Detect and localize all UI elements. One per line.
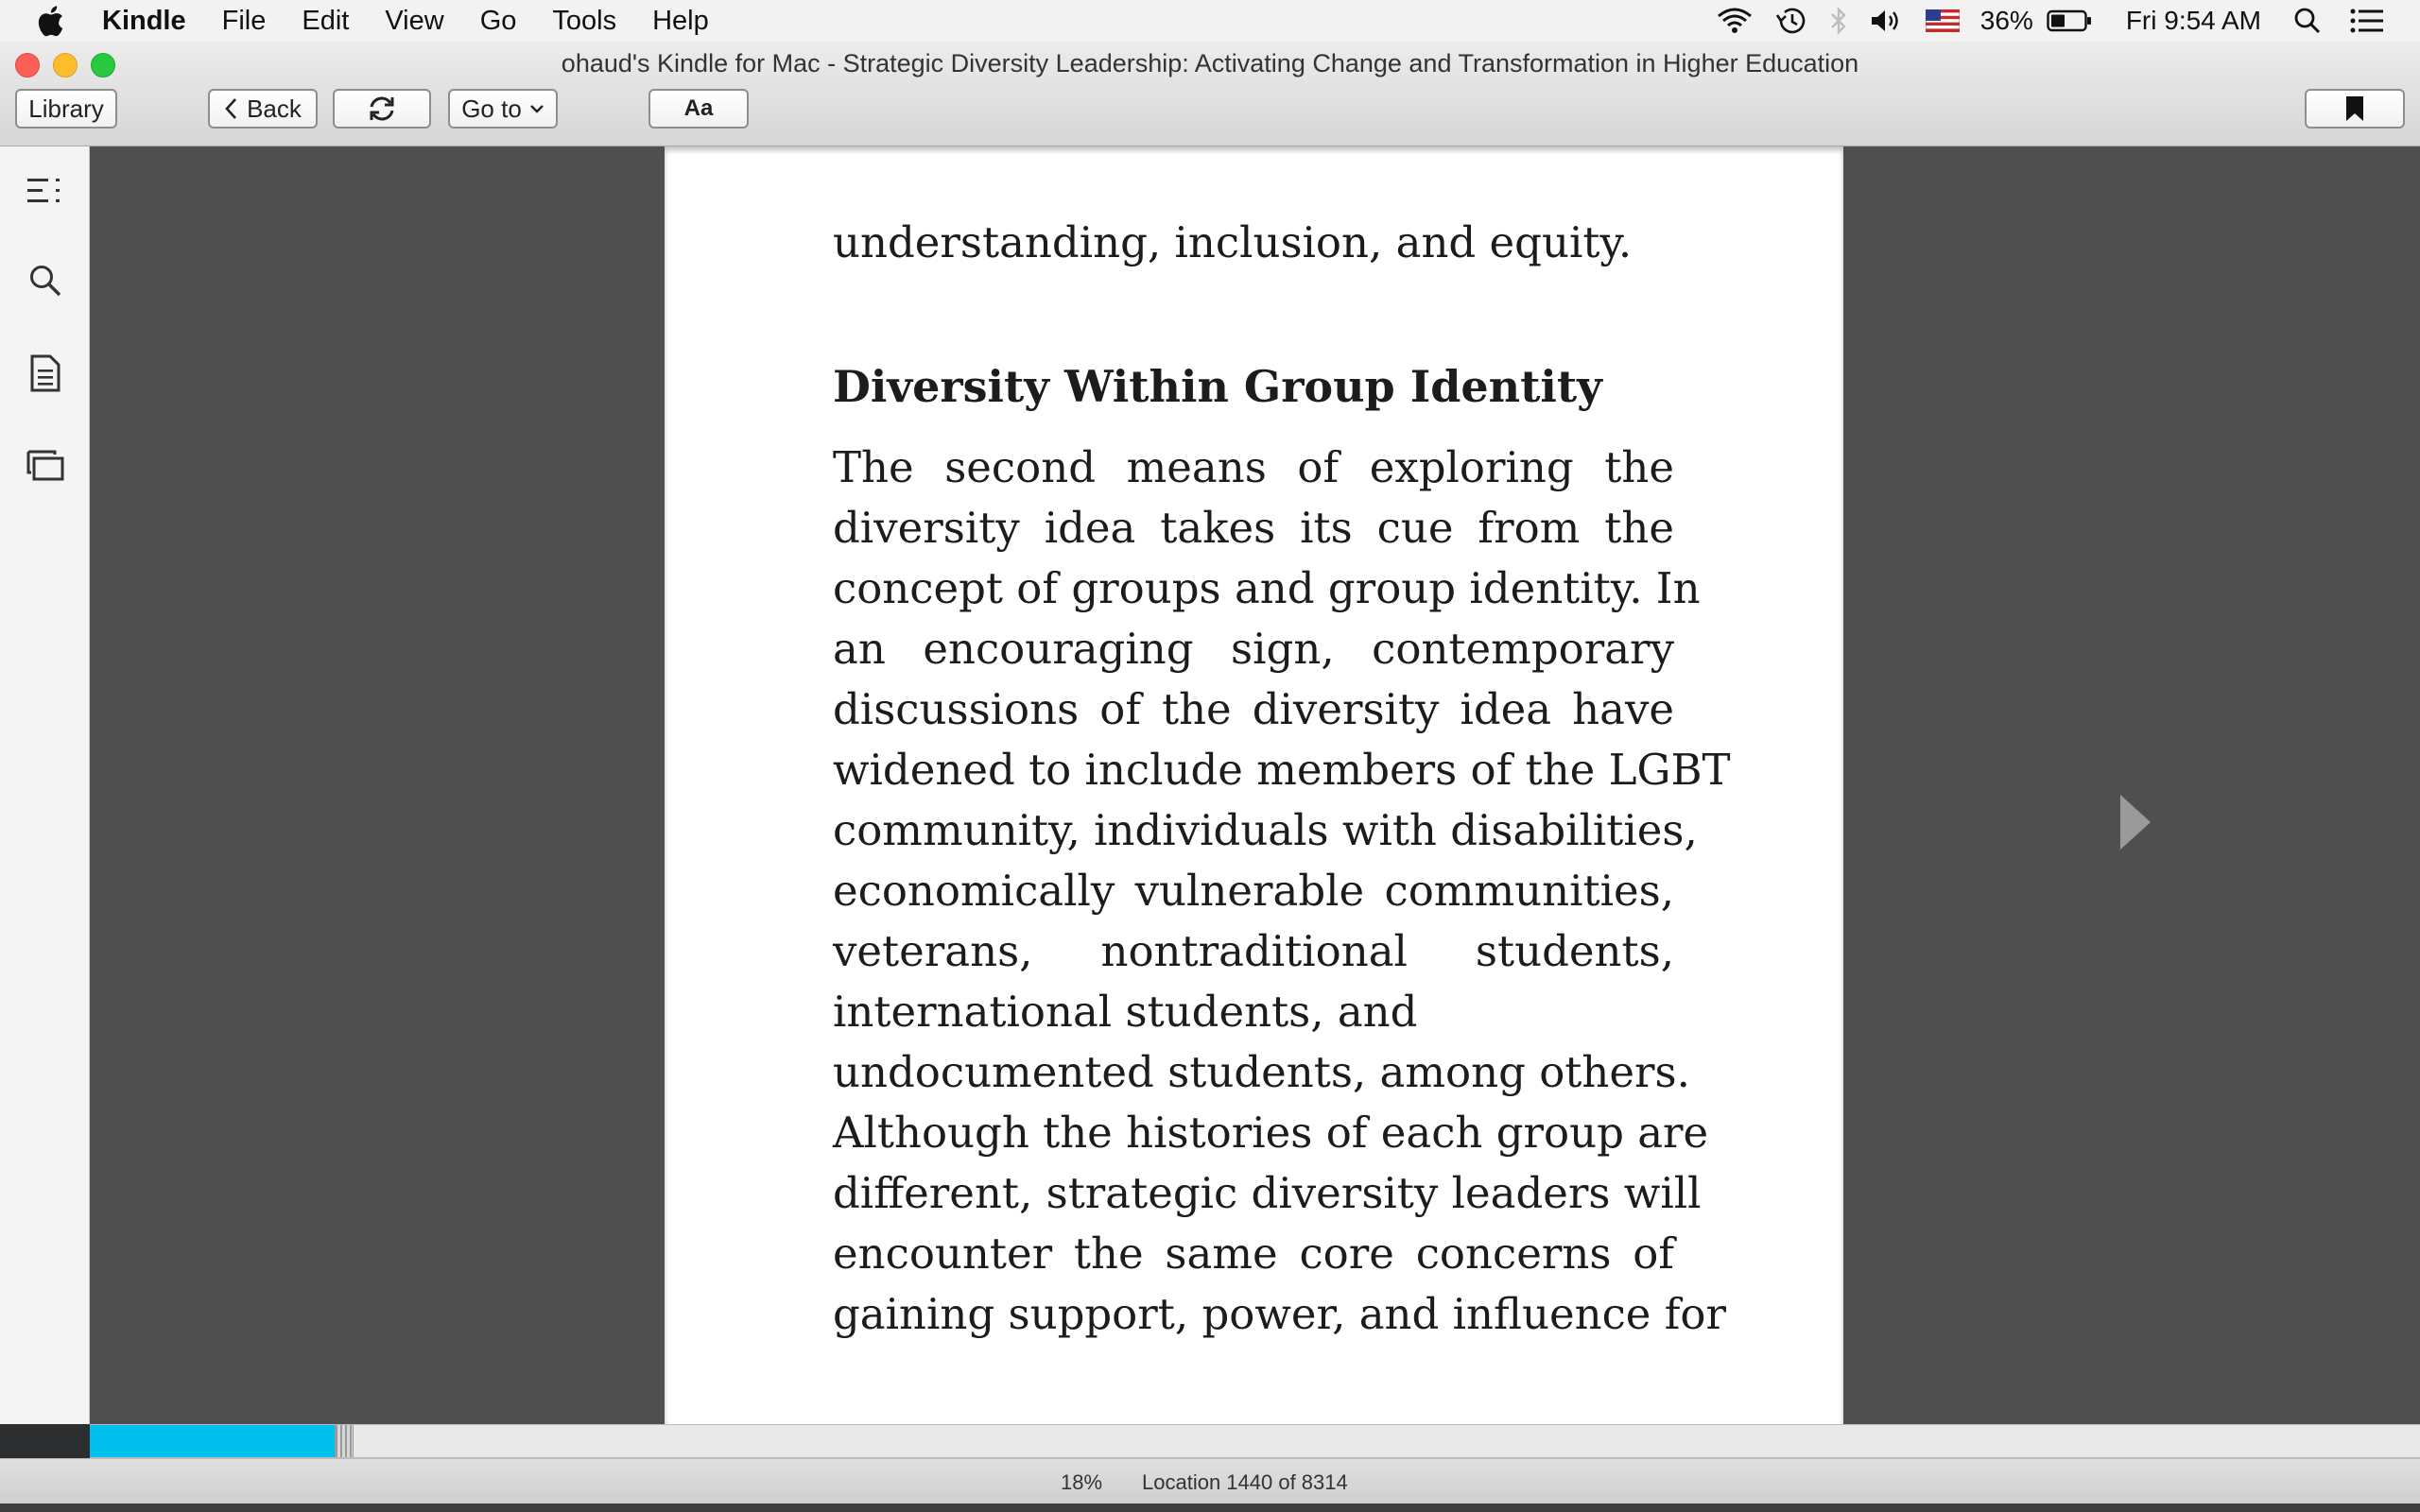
- chevron-left-icon: [224, 97, 237, 120]
- spotlight-search-icon[interactable]: [2293, 7, 2322, 35]
- text-line-lead: understanding, inclusion, and equity.: [833, 217, 1633, 267]
- menu-go[interactable]: Go: [480, 6, 517, 37]
- book-page[interactable]: understanding, inclusion, and equity. Di…: [665, 146, 1843, 1424]
- text-line: diversity idea takes its cue from the: [833, 503, 1674, 553]
- desktop-background: [0, 1503, 2420, 1512]
- text-line: an encouraging sign, contemporary: [833, 624, 1674, 674]
- clock[interactable]: Fri 9:54 AM: [2126, 6, 2261, 36]
- notes-icon[interactable]: [25, 352, 66, 394]
- progress-fill: [90, 1425, 335, 1457]
- text-line: community, individuals with disabilities…: [833, 805, 1698, 855]
- text-line: encounter the same core concerns of: [833, 1228, 1674, 1279]
- flashcards-icon[interactable]: [25, 445, 66, 487]
- text-line: concept of groups and group identity. In: [833, 563, 1701, 613]
- bookmark-button[interactable]: [2305, 89, 2405, 129]
- text-line: veterans, nontraditional students,: [833, 926, 1674, 976]
- text-line: widened to include members of the LGBT: [833, 745, 1731, 795]
- section-heading: Diversity Within Group Identity: [833, 361, 1602, 412]
- window-title: ohaud's Kindle for Mac - Strategic Diver…: [561, 49, 1859, 77]
- text-line: international students, and: [833, 987, 1418, 1037]
- go-to-label: Go to: [461, 94, 522, 123]
- menu-view[interactable]: View: [385, 6, 443, 37]
- menu-edit[interactable]: Edit: [302, 6, 349, 37]
- time-machine-icon[interactable]: [1774, 5, 1808, 37]
- left-sidebar: [0, 146, 90, 1424]
- text-line: different, strategic diversity leaders w…: [833, 1168, 1702, 1218]
- window-titlebar: ohaud's Kindle for Mac - Strategic Diver…: [0, 42, 2420, 146]
- table-of-contents-icon[interactable]: [25, 170, 66, 212]
- library-button-label: Library: [28, 94, 104, 123]
- font-settings-button[interactable]: Aa: [648, 89, 749, 129]
- notification-center-icon[interactable]: [2350, 8, 2384, 34]
- text-line: gaining support, power, and influence fo…: [833, 1289, 1726, 1339]
- reading-progress-slider[interactable]: [90, 1424, 2420, 1458]
- battery-percent[interactable]: 36%: [1980, 6, 2033, 36]
- page-text: understanding, inclusion, and equity. Di…: [833, 213, 1731, 1345]
- text-line: economically vulnerable communities,: [833, 866, 1674, 916]
- text-line: The second means of exploring the: [833, 442, 1674, 492]
- font-settings-label: Aa: [683, 95, 714, 121]
- text-line: Although the histories of each group are: [833, 1108, 1709, 1158]
- reading-area[interactable]: understanding, inclusion, and equity. Di…: [90, 146, 2420, 1424]
- battery-icon[interactable]: [2047, 9, 2092, 32]
- back-button-label: Back: [247, 94, 302, 123]
- location-indicator: Location 1440 of 8314: [1142, 1470, 1348, 1494]
- wifi-icon[interactable]: [1716, 7, 1754, 35]
- back-button[interactable]: Back: [208, 89, 318, 129]
- sync-button[interactable]: [333, 89, 431, 129]
- menu-tools[interactable]: Tools: [552, 6, 616, 37]
- next-page-arrow-icon[interactable]: [2113, 789, 2160, 855]
- us-flag-input-icon[interactable]: [1925, 9, 1960, 32]
- library-button[interactable]: Library: [15, 89, 117, 129]
- menu-bar: Kindle File Edit View Go Tools Help 36% …: [0, 0, 2420, 43]
- search-icon[interactable]: [25, 260, 66, 301]
- bookmark-icon: [2344, 95, 2365, 122]
- text-line: undocumented students, among others.: [833, 1047, 1690, 1097]
- menu-app-name[interactable]: Kindle: [102, 6, 186, 37]
- status-bar: 18% Location 1440 of 8314: [0, 1458, 2420, 1504]
- menu-file[interactable]: File: [222, 6, 267, 37]
- menu-help[interactable]: Help: [652, 6, 709, 37]
- volume-icon[interactable]: [1869, 7, 1905, 35]
- go-to-dropdown[interactable]: Go to: [448, 89, 558, 129]
- progress-handle[interactable]: [335, 1425, 354, 1457]
- sync-icon: [367, 94, 397, 123]
- bluetooth-icon[interactable]: [1829, 6, 1848, 36]
- progress-percent: 18%: [1061, 1470, 1103, 1494]
- text-line: discussions of the diversity idea have: [833, 684, 1674, 734]
- chevron-down-icon: [529, 103, 544, 114]
- apple-menu-icon[interactable]: [36, 5, 64, 37]
